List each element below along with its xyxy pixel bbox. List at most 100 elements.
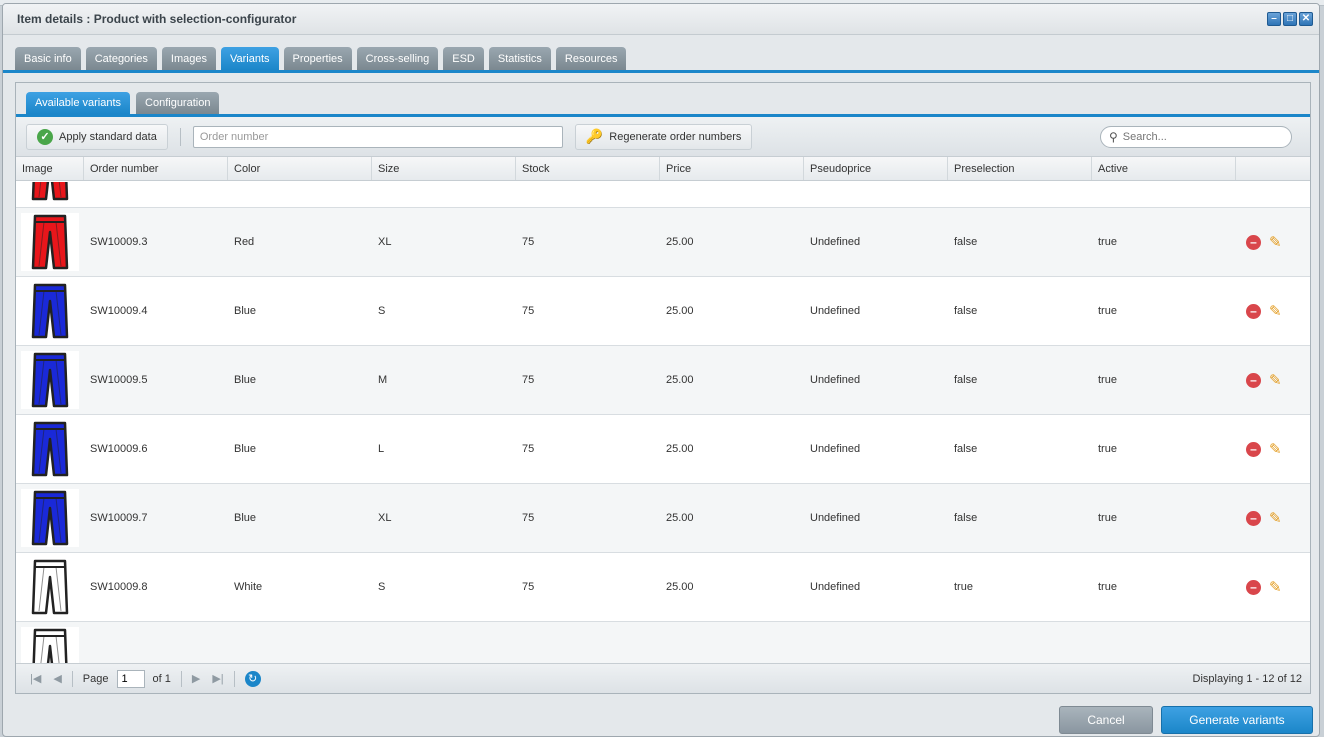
maximize-icon[interactable]: □ (1283, 12, 1297, 26)
cell-order-number: SW10009.3 (90, 236, 148, 248)
tab-available-variants[interactable]: Available variants (26, 92, 131, 114)
cell-order-number: SW10009.7 (90, 512, 148, 524)
variant-image-cell (16, 282, 84, 340)
cell-order-number: SW10009.5 (90, 374, 148, 386)
table-row[interactable]: SW10009.3 Red XL 75 25.00 Undefined false true –… (16, 208, 1310, 277)
cell-price: 25.00 (666, 236, 694, 248)
pager-separator (71, 670, 73, 687)
refresh-icon[interactable]: ↻ (244, 670, 261, 687)
cell-stock: 75 (522, 374, 535, 386)
regenerate-label: Regenerate order numbers (609, 130, 742, 143)
item-details-window: Item details : Product with selection-co… (2, 3, 1320, 737)
tab-properties[interactable]: Properties (283, 47, 352, 70)
pants-thumbnail-icon (21, 213, 79, 271)
delete-icon[interactable]: – (1246, 441, 1261, 457)
column-header-preselection[interactable]: Preselection (948, 157, 1092, 180)
cell-preselection: false (954, 374, 978, 386)
cell-pseudoprice: Undefined (810, 374, 861, 386)
tab-esd[interactable]: ESD (443, 47, 484, 70)
next-page-icon[interactable]: ▶ (192, 672, 200, 685)
tab-cross-selling[interactable]: Cross-selling (356, 47, 439, 70)
cell-size: S (378, 305, 386, 317)
pencil-icon[interactable]: ✎ (1269, 440, 1282, 458)
order-number-input[interactable] (192, 125, 563, 148)
column-header-color[interactable]: Color (228, 157, 372, 180)
cell-color: Blue (234, 305, 257, 317)
cell-color: Blue (234, 374, 257, 386)
variants-panel: Available variants Configuration ✓ Apply… (15, 82, 1311, 694)
delete-icon[interactable]: – (1246, 510, 1261, 526)
tab-configuration[interactable]: Configuration (136, 92, 220, 114)
row-actions: – ✎ (1236, 371, 1282, 389)
cell-active: true (1098, 512, 1117, 524)
delete-icon[interactable]: – (1246, 579, 1261, 595)
row-actions: – ✎ (1236, 578, 1282, 596)
previous-page-icon[interactable]: ◀ (53, 672, 61, 685)
tab-categories[interactable]: Categories (85, 47, 157, 70)
pencil-icon[interactable]: ✎ (1269, 302, 1282, 320)
pants-thumbnail-icon (21, 489, 79, 547)
apply-standard-data-button[interactable]: ✓ Apply standard data (26, 123, 168, 150)
pencil-icon[interactable]: ✎ (1269, 233, 1282, 251)
table-row[interactable]: SW10009.2RedL7525.00Undefinedfalsetrue–✎ (16, 182, 1310, 208)
generate-variants-button[interactable]: Generate variants (1161, 706, 1313, 734)
cell-active: true (1098, 443, 1117, 455)
table-row[interactable]: SW10009.7 Blue XL 75 25.00 Undefined false true… (16, 484, 1310, 553)
window-tools: – □ ✕ (1267, 12, 1313, 26)
cell-stock: 75 (522, 236, 535, 248)
last-page-icon[interactable]: ▶| (212, 672, 223, 685)
cancel-button[interactable]: Cancel (1059, 706, 1153, 734)
column-header-price[interactable]: Price (660, 157, 804, 180)
variant-image-cell (16, 627, 84, 663)
cell-price: 25.00 (666, 581, 694, 593)
tab-statistics[interactable]: Statistics (488, 47, 551, 70)
tab-images[interactable]: Images (161, 47, 216, 70)
page-count-label: of 1 (152, 672, 171, 685)
cell-price: 25.00 (666, 443, 694, 455)
key-icon: 🔑 (585, 128, 604, 144)
variants-grid-body[interactable]: SW10009.2RedL7525.00Undefinedfalsetrue–✎… (16, 182, 1310, 663)
search-field[interactable]: ⚲ (1100, 126, 1292, 148)
window-title: Item details : Product with selection-co… (17, 12, 297, 26)
cell-price: 25.00 (666, 374, 694, 386)
pants-thumbnail-icon (21, 182, 79, 202)
main-tabbar: Basic info Categories Images Variants Pr… (3, 35, 1319, 73)
pencil-icon[interactable]: ✎ (1269, 509, 1282, 527)
table-row[interactable]: SW10009.5 Blue M 75 25.00 Undefined false true –… (16, 346, 1310, 415)
column-header-stock[interactable]: Stock (516, 157, 660, 180)
delete-icon[interactable]: – (1246, 234, 1261, 250)
delete-icon[interactable]: – (1246, 372, 1261, 388)
table-row[interactable]: SW10009.8 White S 75 25.00 Undefined true true –… (16, 553, 1310, 622)
row-actions: – ✎ (1236, 233, 1282, 251)
variant-image-cell (16, 213, 84, 271)
search-input[interactable] (1122, 131, 1273, 143)
table-row[interactable]: SW10009.6 Blue L 75 25.00 Undefined false true –… (16, 415, 1310, 484)
tab-basic-info[interactable]: Basic info (15, 47, 81, 70)
pencil-icon[interactable]: ✎ (1269, 371, 1282, 389)
page-number-input[interactable] (116, 669, 145, 688)
cell-stock: 75 (522, 305, 535, 317)
window-titlebar[interactable]: Item details : Product with selection-co… (3, 4, 1319, 35)
cell-pseudoprice: Undefined (810, 236, 861, 248)
column-header-order-number[interactable]: Order number (84, 157, 228, 180)
table-row[interactable]: SW10009.4 Blue S 75 25.00 Undefined false true –… (16, 277, 1310, 346)
tab-resources[interactable]: Resources (555, 47, 627, 70)
delete-icon[interactable]: – (1246, 303, 1261, 319)
cell-color: Red (234, 236, 255, 248)
cell-active: true (1098, 236, 1117, 248)
column-header-active[interactable]: Active (1092, 157, 1236, 180)
cell-stock: 75 (522, 581, 535, 593)
row-actions: – ✎ (1236, 509, 1282, 527)
pencil-icon[interactable]: ✎ (1269, 578, 1282, 596)
minimize-icon[interactable]: – (1267, 12, 1281, 26)
close-icon[interactable]: ✕ (1299, 12, 1313, 26)
table-row[interactable] (16, 622, 1310, 663)
tab-variants[interactable]: Variants (220, 47, 279, 70)
regenerate-order-numbers-button[interactable]: 🔑 Regenerate order numbers (574, 123, 753, 150)
cell-order-number: SW10009.4 (90, 305, 148, 317)
first-page-icon[interactable]: |◀ (30, 672, 41, 685)
search-icon: ⚲ (1109, 130, 1118, 144)
column-header-size[interactable]: Size (372, 157, 516, 180)
column-header-image[interactable]: Image (16, 157, 84, 180)
column-header-pseudoprice[interactable]: Pseudoprice (804, 157, 948, 180)
